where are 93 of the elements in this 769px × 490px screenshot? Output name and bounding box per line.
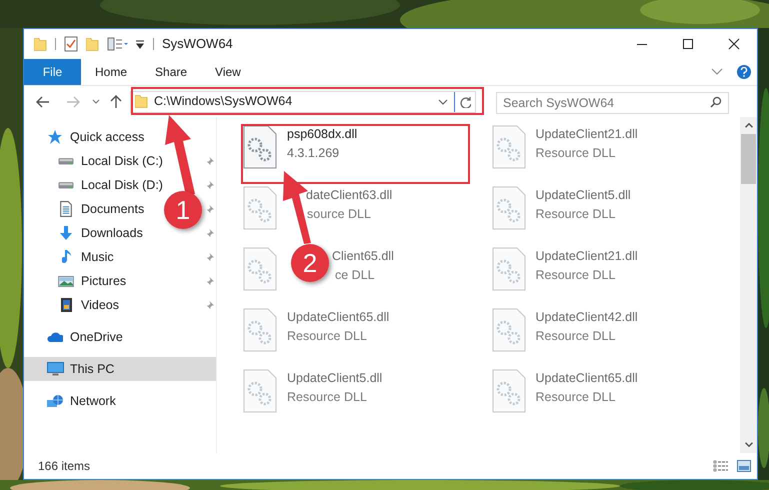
pin-icon[interactable] bbox=[205, 300, 214, 310]
dll-file-icon bbox=[243, 308, 277, 352]
document-icon bbox=[60, 201, 72, 217]
file-menu-tab[interactable]: File bbox=[24, 59, 81, 85]
back-arrow-icon[interactable] bbox=[36, 96, 50, 108]
refresh-icon[interactable] bbox=[459, 96, 471, 108]
file-name[interactable]: UpdateClient65.dll bbox=[536, 369, 638, 388]
file-name[interactable]: UpdateClient21.dll bbox=[536, 247, 638, 266]
file-name[interactable]: UpdateClient21.dll bbox=[536, 125, 638, 144]
file-name[interactable]: dateClient63.dll bbox=[306, 186, 392, 205]
file-name[interactable]: UpdateClient5.dll bbox=[287, 369, 382, 388]
nav-label[interactable]: Music bbox=[81, 248, 114, 266]
pin-icon[interactable] bbox=[205, 228, 214, 238]
expand-ribbon-icon[interactable] bbox=[711, 68, 723, 76]
scroll-up-icon[interactable] bbox=[744, 123, 752, 128]
dll-file-icon bbox=[492, 247, 526, 291]
film-icon bbox=[60, 298, 72, 312]
file-detail: Resource DLL bbox=[536, 328, 616, 345]
list-view-icon[interactable] bbox=[107, 37, 129, 51]
ribbon-tab[interactable]: Home bbox=[81, 59, 142, 85]
pin-icon[interactable] bbox=[205, 252, 214, 262]
file-name[interactable]: UpdateClient42.dll bbox=[536, 308, 638, 327]
window-title: SysWOW64 bbox=[162, 35, 233, 54]
download-arrow-icon bbox=[60, 226, 72, 240]
monitor-icon bbox=[46, 362, 64, 376]
file-detail: Resource DLL bbox=[536, 144, 616, 162]
details-view-icon[interactable] bbox=[713, 460, 729, 472]
file-detail: Resource DLL bbox=[287, 388, 368, 406]
file-name[interactable]: Client65.dll bbox=[332, 247, 394, 266]
nav-label[interactable]: Videos bbox=[81, 296, 119, 314]
nav-label[interactable]: Downloads bbox=[81, 224, 143, 242]
picture-icon bbox=[58, 276, 74, 286]
file-name[interactable]: psp608dx.dll bbox=[287, 125, 358, 144]
file-detail: 4.3.1.269 bbox=[287, 144, 340, 162]
dll-file-icon bbox=[492, 186, 526, 230]
large-icons-view-icon[interactable] bbox=[737, 460, 751, 472]
nav-label: Quick access bbox=[70, 128, 144, 146]
pin-icon[interactable] bbox=[205, 276, 214, 286]
folder-icon bbox=[34, 38, 47, 50]
nav-item[interactable]: This PC bbox=[24, 357, 216, 381]
file-name[interactable]: UpdateClient5.dll bbox=[536, 186, 631, 205]
file-detail: ce DLL bbox=[335, 266, 376, 284]
nav-item[interactable]: Quick access bbox=[24, 125, 216, 149]
nav-item[interactable]: Network bbox=[24, 389, 216, 413]
drive-icon bbox=[58, 157, 74, 165]
ribbon-tab[interactable]: View bbox=[201, 59, 255, 85]
drive-icon bbox=[58, 181, 74, 189]
dll-file-icon bbox=[243, 247, 277, 291]
dropdown-caret-icon[interactable] bbox=[438, 98, 448, 104]
nav-label[interactable]: Documents bbox=[81, 200, 144, 218]
nav-label: OneDrive bbox=[70, 328, 123, 346]
file-detail: Resource DLL bbox=[536, 266, 616, 284]
dll-file-icon bbox=[492, 125, 526, 169]
file-detail: Resource DLL bbox=[536, 206, 616, 223]
network-icon bbox=[47, 395, 63, 407]
cloud-icon bbox=[47, 332, 63, 342]
dll-file-icon bbox=[492, 369, 526, 413]
search-icon[interactable] bbox=[710, 96, 722, 108]
scroll-down-icon[interactable] bbox=[744, 442, 752, 447]
folder-icon bbox=[135, 95, 148, 108]
nav-label[interactable]: Local Disk (D:) bbox=[81, 176, 163, 194]
address-bar[interactable]: C:\Windows\SysWOW64 bbox=[130, 90, 476, 112]
dll-file-icon bbox=[492, 308, 526, 352]
dll-file-icon bbox=[243, 125, 277, 169]
properties-check-icon[interactable] bbox=[64, 36, 78, 52]
ribbon-tab[interactable]: Share bbox=[141, 59, 202, 85]
nav-label[interactable]: Pictures bbox=[81, 272, 126, 290]
music-note-icon bbox=[62, 250, 70, 264]
dll-file-icon bbox=[243, 186, 277, 230]
file-detail: source DLL bbox=[307, 206, 372, 223]
file-name[interactable]: UpdateClient65.dll bbox=[287, 308, 390, 327]
address-path: C:\Windows\SysWOW64 bbox=[154, 93, 292, 110]
nav-item[interactable]: OneDrive bbox=[24, 325, 216, 349]
scroll-thumb[interactable] bbox=[741, 134, 756, 184]
file-detail: Resource DLL bbox=[287, 328, 368, 345]
dropdown-caret-icon[interactable] bbox=[135, 40, 145, 48]
pin-icon[interactable] bbox=[205, 180, 214, 190]
pin-icon[interactable] bbox=[205, 204, 214, 214]
dll-file-icon bbox=[243, 369, 277, 413]
nav-label[interactable]: Local Disk (C:) bbox=[81, 152, 163, 170]
nav-label: This PC bbox=[70, 360, 114, 378]
new-folder-icon bbox=[86, 38, 99, 50]
pin-icon[interactable] bbox=[205, 156, 214, 166]
up-arrow-icon[interactable] bbox=[110, 94, 122, 108]
item-count: 166 items bbox=[38, 458, 90, 475]
nav-label: Network bbox=[70, 392, 116, 410]
star-icon bbox=[47, 130, 63, 144]
close-icon bbox=[728, 38, 740, 50]
file-detail: Resource DLL bbox=[536, 388, 616, 406]
scrollbar[interactable] bbox=[740, 117, 757, 453]
help-icon[interactable] bbox=[737, 65, 751, 79]
search-field[interactable]: Search SysWOW64 bbox=[496, 92, 729, 114]
recent-locations-caret-icon[interactable] bbox=[92, 98, 100, 104]
